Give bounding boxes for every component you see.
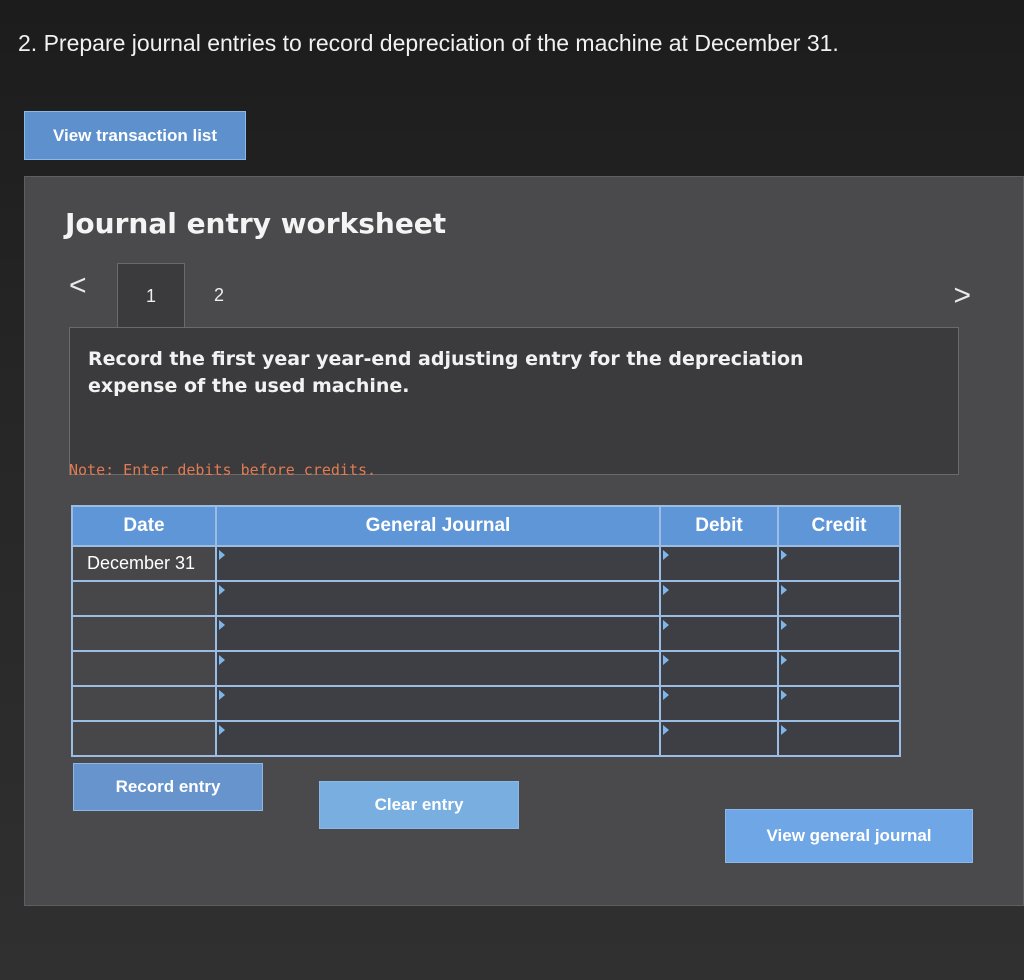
- credit-input[interactable]: [777, 650, 901, 687]
- credit-input[interactable]: [777, 615, 901, 652]
- account-dropdown[interactable]: [215, 720, 661, 757]
- table-row: [71, 720, 901, 757]
- credit-input[interactable]: [777, 580, 901, 617]
- instruction-text: Record the first year year-end adjusting…: [88, 348, 804, 397]
- header-date: Date: [71, 505, 217, 547]
- note-text: Note: Enter debits before credits.: [69, 461, 377, 479]
- next-arrow-icon[interactable]: >: [953, 279, 971, 313]
- date-cell: [71, 720, 217, 757]
- account-dropdown[interactable]: [215, 580, 661, 617]
- header-credit: Credit: [777, 505, 901, 547]
- date-cell: [71, 685, 217, 722]
- debit-input[interactable]: [659, 685, 779, 722]
- credit-input[interactable]: [777, 685, 901, 722]
- debit-input[interactable]: [659, 720, 779, 757]
- table-row: [71, 615, 901, 652]
- table-row: [71, 580, 901, 617]
- table-header-row: Date General Journal Debit Credit: [71, 505, 901, 547]
- header-general-journal: General Journal: [215, 505, 661, 547]
- view-transaction-list-button[interactable]: View transaction list: [24, 111, 246, 160]
- clear-entry-button[interactable]: Clear entry: [319, 781, 519, 829]
- prev-arrow-icon[interactable]: <: [69, 269, 87, 303]
- table-row: [71, 685, 901, 722]
- account-dropdown[interactable]: [215, 545, 661, 582]
- account-dropdown[interactable]: [215, 685, 661, 722]
- date-cell: [71, 650, 217, 687]
- debit-input[interactable]: [659, 650, 779, 687]
- header-debit: Debit: [659, 505, 779, 547]
- record-entry-button[interactable]: Record entry: [73, 763, 263, 811]
- view-general-journal-button[interactable]: View general journal: [725, 809, 973, 863]
- tab-1[interactable]: 1: [117, 263, 185, 329]
- date-cell: December 31: [71, 545, 217, 582]
- debit-input[interactable]: [659, 545, 779, 582]
- date-cell: [71, 580, 217, 617]
- journal-worksheet-panel: Journal entry worksheet < 1 2 > Record t…: [24, 176, 1024, 906]
- journal-table: Date General Journal Debit Credit Decemb…: [71, 505, 901, 757]
- credit-input[interactable]: [777, 720, 901, 757]
- debit-input[interactable]: [659, 580, 779, 617]
- table-row: [71, 650, 901, 687]
- account-dropdown[interactable]: [215, 650, 661, 687]
- worksheet-title: Journal entry worksheet: [65, 207, 447, 240]
- account-dropdown[interactable]: [215, 615, 661, 652]
- tab-2[interactable]: 2: [185, 263, 253, 327]
- instruction-box: Record the first year year-end adjusting…: [69, 327, 959, 475]
- question-text: 2. Prepare journal entries to record dep…: [18, 30, 839, 56]
- date-cell: [71, 615, 217, 652]
- debit-input[interactable]: [659, 615, 779, 652]
- credit-input[interactable]: [777, 545, 901, 582]
- table-row: December 31: [71, 545, 901, 582]
